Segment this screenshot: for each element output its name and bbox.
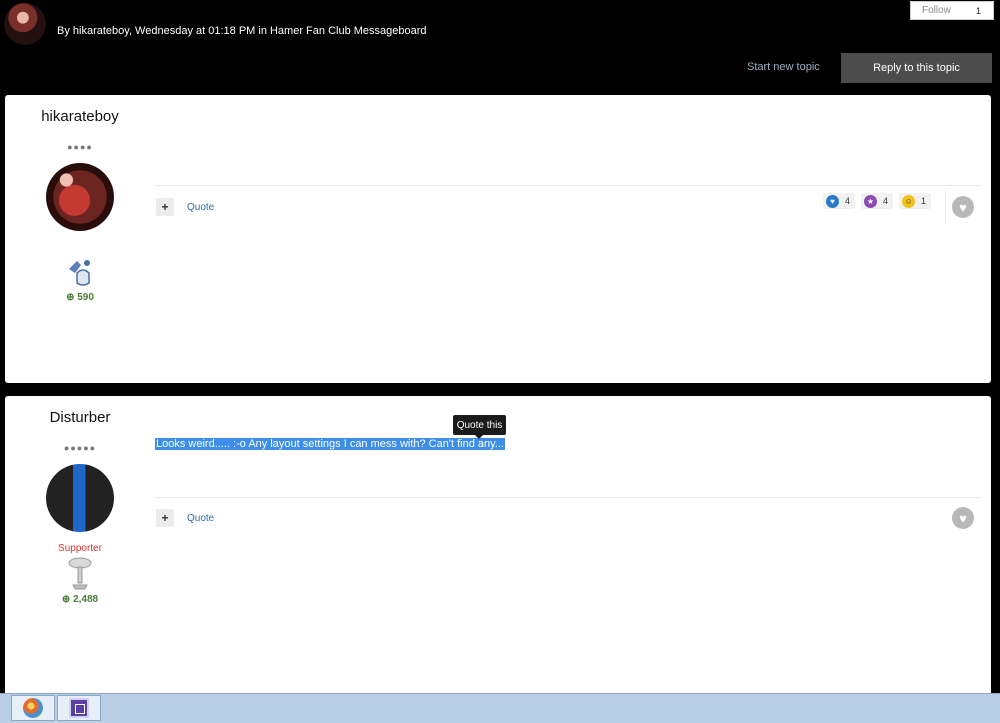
multiquote-button[interactable]: + <box>156 509 174 527</box>
reputation-count: 590 <box>77 292 94 303</box>
quote-this-tooltip[interactable]: Quote this <box>453 415 506 439</box>
like-icon: ♥ <box>826 194 839 208</box>
reputation-count: 2,488 <box>73 594 99 605</box>
reaction-haha[interactable]: ☺ 1 <box>899 193 932 209</box>
quote-link[interactable]: Quote <box>187 202 214 213</box>
post-divider <box>155 185 981 186</box>
reputation-badge: ⊕ 590 <box>5 292 155 303</box>
reputation-badge: ⊕ 2,488 <box>5 594 155 605</box>
author-avatar[interactable] <box>4 3 46 45</box>
taskbar <box>0 693 1000 723</box>
quote-link[interactable]: Quote <box>187 513 214 524</box>
post-divider <box>155 497 981 498</box>
reaction-like[interactable]: ♥ 4 <box>823 193 856 209</box>
post-hikarateboy: hikarateboy ●●●● ⊕ 590 + Quote ♥ 4 ★ 4 ☺… <box>5 95 991 383</box>
react-heart-button[interactable]: ♥ <box>952 196 974 218</box>
rank-pips: ●●●● <box>67 142 93 152</box>
group-label: Supporter <box>58 543 102 554</box>
rank-pips: ●●●●● <box>63 443 97 453</box>
reaction-count: 1 <box>921 196 927 206</box>
rank-badge-icon <box>68 557 92 590</box>
reaction-count: 4 <box>883 196 889 206</box>
post-content[interactable]: Looks weird..... :-o Any layout settings… <box>155 438 505 450</box>
start-new-topic-link[interactable]: Start new topic <box>747 61 820 73</box>
topic-header: By hikarateboy, Wednesday at 01:18 PM in… <box>0 0 1000 94</box>
author-name[interactable]: hikarateboy <box>5 108 155 125</box>
haha-icon: ☺ <box>902 194 916 208</box>
author-name[interactable]: Disturber <box>5 409 155 426</box>
reaction-separator <box>945 191 946 223</box>
thanks-icon: ★ <box>864 194 878 208</box>
paint-palette-icon <box>23 698 43 718</box>
reactions-summary: ♥ 4 ★ 4 ☺ 1 <box>823 193 932 209</box>
taskbar-paint-button[interactable] <box>11 695 55 721</box>
rank-badge-icon <box>69 260 90 286</box>
multiquote-button[interactable]: + <box>156 198 174 216</box>
reaction-thanks[interactable]: ★ 4 <box>861 193 894 209</box>
plus-circle-icon: ⊕ <box>61 594 71 605</box>
author-avatar[interactable] <box>46 163 114 231</box>
post-disturber: Disturber ●●●●● Supporter ⊕ 2,488 Looks … <box>5 396 991 693</box>
topic-byline: By hikarateboy, Wednesday at 01:18 PM in… <box>57 25 427 37</box>
follow-count: 1 <box>975 5 981 16</box>
react-heart-button[interactable]: ♥ <box>952 507 974 529</box>
author-avatar[interactable] <box>46 464 114 532</box>
taskbar-app-button[interactable] <box>57 695 101 721</box>
plus-circle-icon: ⊕ <box>66 292 75 303</box>
follow-label: Follow <box>922 5 951 16</box>
follow-button[interactable]: Follow 1 <box>910 1 994 20</box>
window-app-icon <box>69 698 89 718</box>
reaction-count: 4 <box>845 196 851 206</box>
reply-to-topic-button[interactable]: Reply to this topic <box>841 53 992 83</box>
